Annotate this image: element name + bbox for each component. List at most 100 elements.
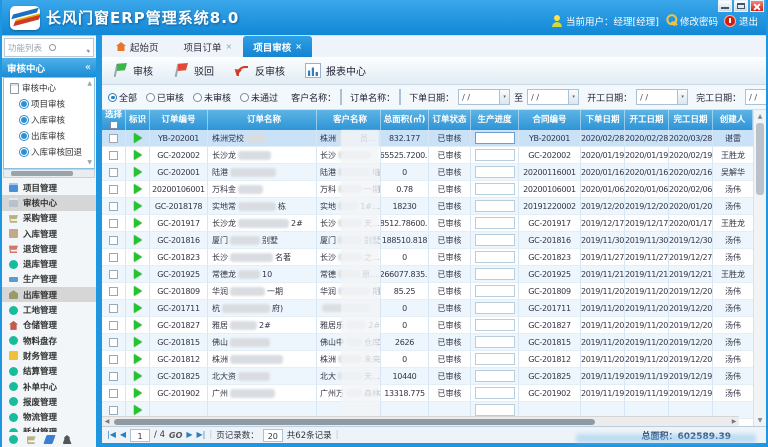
finish-date-input[interactable]: / /▾	[745, 89, 766, 105]
row-checkbox[interactable]	[109, 389, 118, 398]
row-checkbox[interactable]	[109, 372, 118, 381]
sidebar-menu-item[interactable]: 项目管理	[2, 180, 96, 195]
row-checkbox[interactable]	[109, 270, 118, 279]
table-row[interactable]: GC-201925 常德龙10 常德原… 266077.835.. 已审核 GC…	[102, 266, 753, 283]
table-row[interactable]: GC-201809 华润一期 华润期 85.25 已审核 GC-201809 2…	[102, 283, 753, 300]
maximize-icon[interactable]	[734, 0, 748, 12]
select-all-checkbox[interactable]	[110, 121, 118, 129]
tab-close-icon[interactable]: ×	[295, 42, 302, 51]
function-search-input[interactable]: 功能列表	[4, 38, 94, 57]
sidebar-menu-item[interactable]: 财务管理	[2, 348, 96, 363]
tree-scroll-down-icon[interactable]: ▼	[87, 159, 92, 166]
row-checkbox[interactable]	[109, 338, 118, 347]
scroll-up-icon[interactable]: ▲	[758, 110, 763, 122]
filter-radio[interactable]: 未审核	[193, 91, 231, 104]
table-row[interactable]: GC-201711 杭府) 0 已审核 GC-201711 2019/11/20…	[102, 300, 753, 317]
order-date-to-input[interactable]: / /▾	[527, 89, 579, 105]
sidebar-menu-item[interactable]: 物流管理	[2, 409, 96, 424]
tree-item[interactable]: 项目审核	[4, 96, 94, 112]
collapse-icon[interactable]: «	[85, 62, 91, 73]
row-checkbox[interactable]	[109, 304, 118, 313]
tab[interactable]: 起始页	[106, 36, 173, 57]
sidebar-menu-item[interactable]: 退货管理	[2, 241, 96, 256]
scroll-left-icon[interactable]: ◀	[102, 418, 112, 425]
table-row[interactable]: GC-201827 雅居2# 雅居乐2# 0 已审核 GC-201827 201…	[102, 317, 753, 334]
scroll-right-icon[interactable]: ▶	[729, 418, 739, 425]
table-row[interactable]: GC-201816 厦门别墅 厦门别墅 188510.818 已审核 GC-20…	[102, 232, 753, 249]
scrollbar-thumb[interactable]	[114, 419, 595, 425]
sidebar-shortcut-icon[interactable]	[9, 435, 18, 444]
sidebar-menu-item[interactable]: 耗材管理	[2, 425, 96, 432]
filter-radio[interactable]: 未通过	[240, 91, 278, 104]
row-checkbox[interactable]	[109, 151, 118, 160]
logout-button[interactable]: 退出	[724, 14, 758, 28]
page-number-input[interactable]: 1	[130, 429, 150, 442]
table-row[interactable]: 20200106001 万科金 万科一期 0.78 已审核 2020010600…	[102, 181, 753, 198]
customer-name-input[interactable]	[340, 89, 342, 105]
table-row[interactable]: GC-201823 长沙名著 长沙之… 0 已审核 GC-201823 2019…	[102, 249, 753, 266]
table-row[interactable]: GC-201825 北大资 北大天… 10440 已审核 GC-201825 2…	[102, 368, 753, 385]
scroll-down-icon[interactable]: ▼	[758, 414, 763, 426]
row-checkbox[interactable]	[109, 236, 118, 245]
calendar-dropdown-icon[interactable]: ▾	[677, 90, 687, 104]
row-checkbox[interactable]	[109, 287, 118, 296]
table-row[interactable]: GC-2018178 实地常栋 实地1#… 18230 已审核 20191220…	[102, 198, 753, 215]
sidebar-menu-item[interactable]: 采购管理	[2, 211, 96, 226]
calendar-dropdown-icon[interactable]: ▾	[568, 90, 578, 104]
sidebar-menu-item[interactable]: 物料盘存	[2, 333, 96, 348]
toolbar-button[interactable]: 驳回	[173, 63, 214, 78]
filter-radio[interactable]: 全部	[108, 91, 137, 104]
go-button[interactable]: GO	[169, 431, 182, 440]
table-row[interactable]: GC-202001 陆港 陆港墙 0 已审核 20200116001 2020/…	[102, 164, 753, 181]
tree-item[interactable]: 入库审核回退	[4, 144, 94, 160]
row-checkbox[interactable]	[109, 202, 118, 211]
table-row[interactable]: GC-201902 广州 广州万森林 13318.775 已审核 GC-2019…	[102, 385, 753, 402]
sidebar-shortcut-icon[interactable]	[27, 435, 36, 444]
order-date-from-input[interactable]: / /▾	[458, 89, 510, 105]
sidebar-shortcut-icon[interactable]	[43, 435, 55, 444]
tab[interactable]: 项目审核 ×	[243, 36, 312, 57]
order-name-input[interactable]	[399, 89, 401, 105]
table-row[interactable]: GC-201917 长沙龙2# 长沙天… 8512.78600.. 已审核 GC…	[102, 215, 753, 232]
minimize-icon[interactable]	[718, 0, 732, 12]
change-password-button[interactable]: 修改密码	[665, 14, 718, 28]
tab[interactable]: 项目订单 ×	[174, 36, 243, 57]
table-row[interactable]: GC-201812 株洲 株洲未来 0 已审核 GC-201812 2019/1…	[102, 351, 753, 368]
sidebar-menu-item[interactable]: 仓储管理	[2, 318, 96, 333]
row-checkbox[interactable]	[109, 185, 118, 194]
tree-item[interactable]: 出库审核	[4, 128, 94, 144]
row-checkbox[interactable]	[109, 355, 118, 364]
vertical-scrollbar[interactable]: ▲ ▼	[753, 110, 766, 426]
row-checkbox[interactable]	[109, 134, 118, 143]
sidebar-menu-item[interactable]: 生产管理	[2, 272, 96, 287]
sidebar-menu-item[interactable]: 报废管理	[2, 394, 96, 409]
next-page-icon[interactable]: ▶	[186, 431, 192, 439]
start-date-input[interactable]: / /▾	[636, 89, 688, 105]
table-row[interactable]: YB-202001 株洲党校 株洲员… 832.177 已审核 YB-20200…	[102, 130, 753, 147]
scrollbar-thumb[interactable]	[756, 123, 764, 195]
table-row[interactable]: GC-201815 佛山 佛山中仓库 2626 已审核 GC-201815 20…	[102, 334, 753, 351]
toolbar-button[interactable]: 报表中心	[305, 63, 366, 78]
row-checkbox[interactable]	[109, 321, 118, 330]
tab-close-icon[interactable]: ×	[226, 42, 233, 51]
sidebar-menu-item[interactable]: 退库管理	[2, 256, 96, 271]
row-checkbox[interactable]	[109, 168, 118, 177]
tree-horizontal-scrollbar[interactable]	[3, 169, 95, 178]
first-page-icon[interactable]: |◀	[107, 431, 116, 439]
page-size-input[interactable]: 20	[263, 429, 283, 442]
sidebar-shortcut-icon[interactable]	[63, 435, 72, 444]
filter-radio[interactable]: 已审核	[146, 91, 184, 104]
sidebar-menu-item[interactable]: 审核中心	[2, 195, 96, 210]
tree-item[interactable]: 入库审核	[4, 112, 94, 128]
sidebar-shortcut-icon[interactable]	[81, 435, 90, 444]
toolbar-button[interactable]: 反审核	[234, 63, 285, 78]
toolbar-button[interactable]: 审核	[112, 63, 153, 78]
sidebar-menu-item[interactable]: 结算管理	[2, 364, 96, 379]
close-icon[interactable]	[750, 0, 764, 12]
sidebar-menu-item[interactable]: 补单中心	[2, 379, 96, 394]
horizontal-scrollbar[interactable]: ◀ ▶	[102, 416, 739, 426]
calendar-dropdown-icon[interactable]: ▾	[499, 90, 509, 104]
row-checkbox[interactable]	[109, 219, 118, 228]
row-checkbox[interactable]	[109, 253, 118, 262]
table-row[interactable]: GC-202002 长沙龙 长沙 65525.7200.. 已审核 GC-202…	[102, 147, 753, 164]
